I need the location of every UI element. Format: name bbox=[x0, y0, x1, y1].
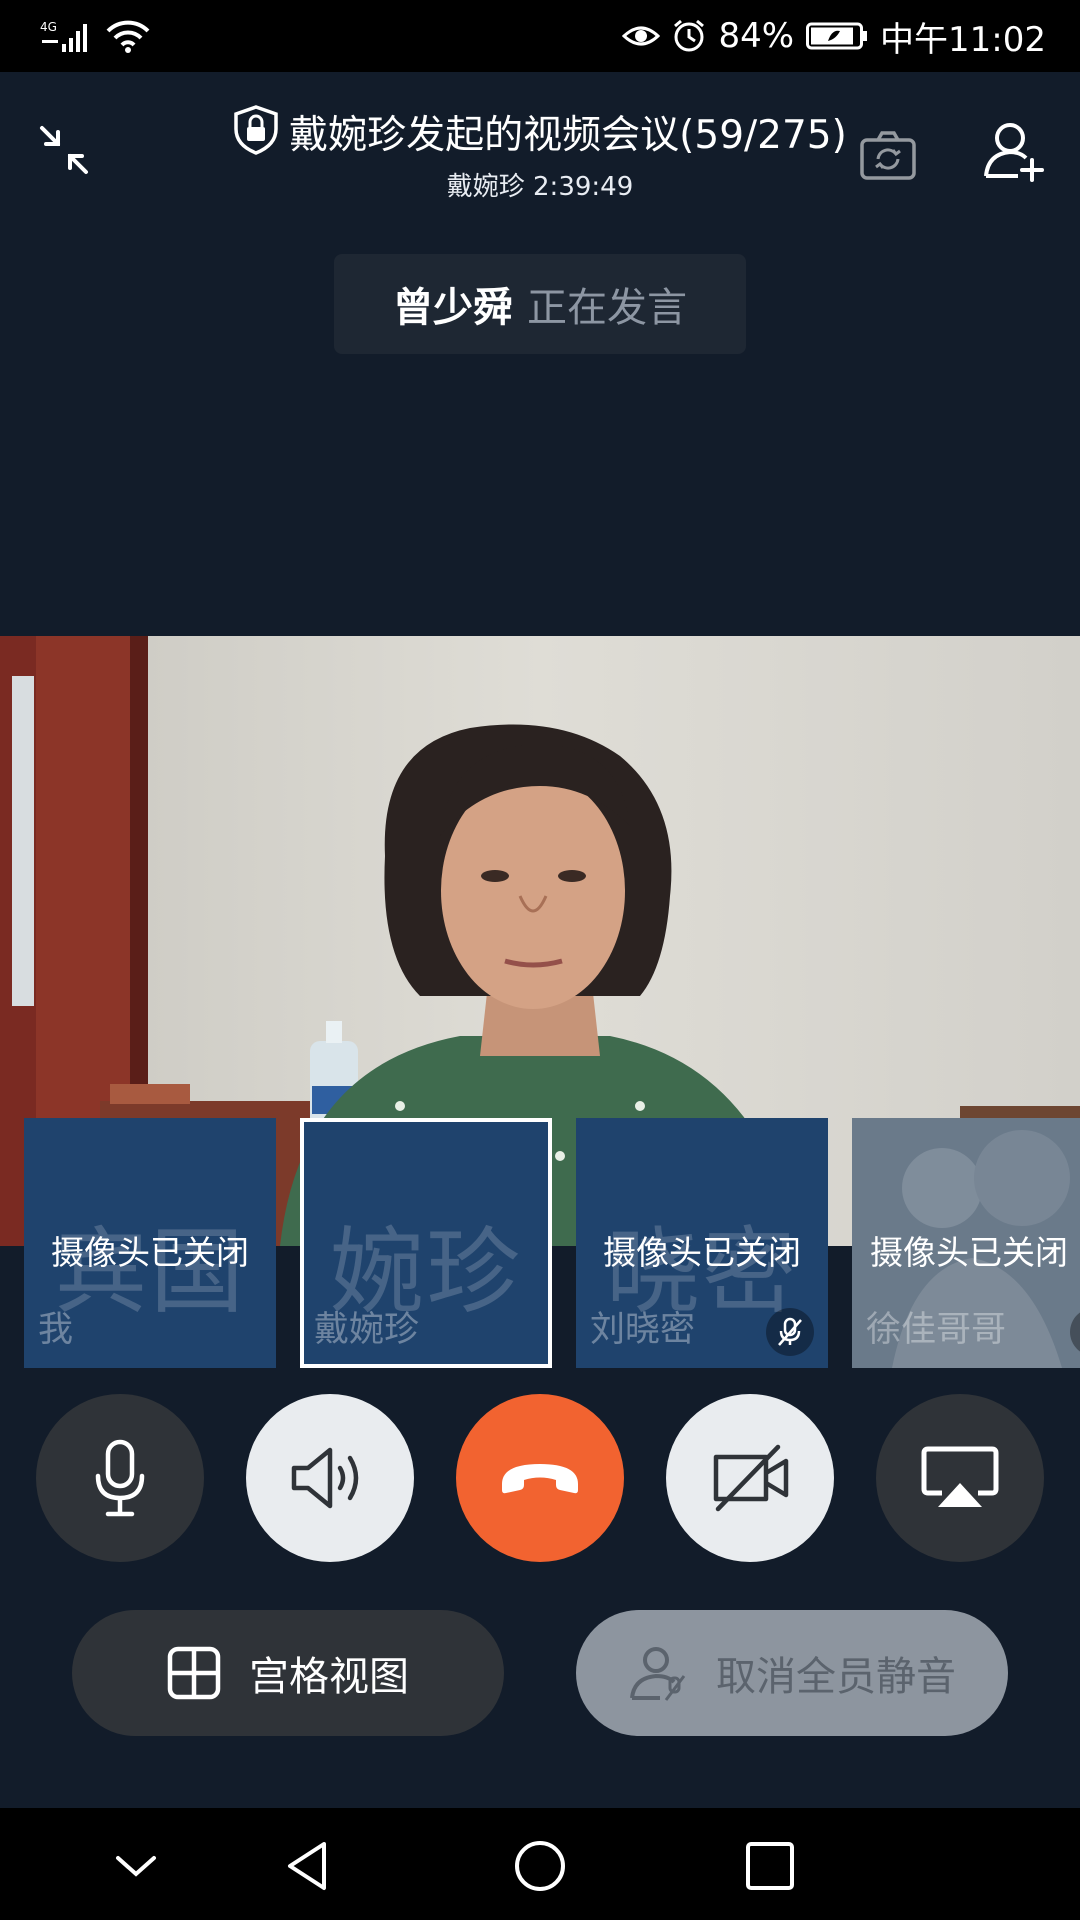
participant-tile[interactable]: 晓密 摄像头已关闭 刘晓密 bbox=[576, 1118, 828, 1368]
hangup-icon bbox=[502, 1464, 578, 1494]
microphone-button[interactable] bbox=[36, 1394, 204, 1562]
lock-shield-icon bbox=[233, 105, 279, 159]
add-participant-icon[interactable] bbox=[982, 118, 1048, 184]
battery-percent: 84% bbox=[718, 16, 795, 56]
wifi-icon bbox=[106, 19, 150, 53]
screen-share-icon bbox=[921, 1446, 999, 1507]
participant-tile-selected[interactable]: 婉珍 戴婉珍 bbox=[300, 1118, 552, 1368]
participant-name: 刘晓密 bbox=[590, 1310, 696, 1350]
camera-off-icon bbox=[713, 1444, 789, 1512]
chevron-down-icon[interactable] bbox=[108, 1838, 164, 1894]
screen-share-button[interactable] bbox=[876, 1394, 1044, 1562]
grid-view-label: 宫格视图 bbox=[249, 1654, 409, 1700]
call-controls bbox=[0, 1394, 1080, 1564]
switch-camera-icon[interactable] bbox=[858, 126, 918, 186]
unmute-all-button[interactable]: 取消全员静音 bbox=[576, 1610, 1008, 1736]
signal-icon: 4G bbox=[40, 18, 96, 54]
participant-name: 我 bbox=[38, 1310, 74, 1350]
home-icon[interactable] bbox=[512, 1838, 568, 1894]
clock: 中午11:02 bbox=[880, 19, 1046, 60]
participant-name: 徐佳哥哥 bbox=[866, 1310, 1007, 1350]
speaker-icon bbox=[291, 1447, 359, 1509]
recents-icon[interactable] bbox=[742, 1838, 798, 1894]
speaker-status: 正在发言 bbox=[527, 285, 687, 331]
camera-off-label: 摄像头已关闭 bbox=[603, 1233, 801, 1272]
meeting-title-block: 戴婉珍发起的视频会议(59/275) 戴婉珍 2:39:49 bbox=[0, 104, 1080, 203]
grid-icon bbox=[167, 1646, 221, 1700]
grid-view-button[interactable]: 宫格视图 bbox=[72, 1610, 504, 1736]
camera-off-label: 摄像头已关闭 bbox=[51, 1233, 249, 1272]
speaker-name: 曾少舜 bbox=[393, 285, 513, 331]
meeting-host-duration: 戴婉珍 2:39:49 bbox=[446, 172, 634, 202]
participant-strip[interactable]: 宾国 摄像头已关闭 我 婉珍 戴婉珍 晓密 摄像头已关闭 刘晓密 摄像头已关闭 … bbox=[0, 1118, 1080, 1370]
mute-all-icon bbox=[630, 1647, 686, 1701]
unmute-all-label: 取消全员静音 bbox=[716, 1654, 956, 1700]
meeting-header: 戴婉珍发起的视频会议(59/275) 戴婉珍 2:39:49 bbox=[0, 72, 1080, 212]
page-title: 戴婉珍发起的视频会议(59/275) bbox=[289, 113, 847, 158]
back-icon[interactable] bbox=[280, 1838, 336, 1894]
system-nav-bar bbox=[0, 1808, 1080, 1920]
status-bar: 4G 84% 中午11:02 bbox=[0, 0, 1080, 72]
participant-tile[interactable]: 宾国 摄像头已关闭 我 bbox=[24, 1118, 276, 1368]
active-speaker-indicator: 曾少舜 正在发言 bbox=[334, 254, 746, 354]
svg-text:4G: 4G bbox=[40, 20, 57, 34]
mic-muted-icon bbox=[766, 1308, 814, 1356]
hangup-button[interactable] bbox=[456, 1394, 624, 1562]
participant-name: 戴婉珍 bbox=[314, 1310, 420, 1350]
speaker-button[interactable] bbox=[246, 1394, 414, 1562]
alarm-icon bbox=[672, 19, 706, 53]
microphone-icon bbox=[95, 1439, 145, 1517]
battery-icon bbox=[806, 21, 868, 51]
participant-tile[interactable]: 摄像头已关闭 徐佳哥哥 bbox=[852, 1118, 1080, 1368]
eye-icon bbox=[622, 22, 661, 50]
camera-off-label: 摄像头已关闭 bbox=[870, 1233, 1068, 1272]
camera-toggle-button[interactable] bbox=[666, 1394, 834, 1562]
